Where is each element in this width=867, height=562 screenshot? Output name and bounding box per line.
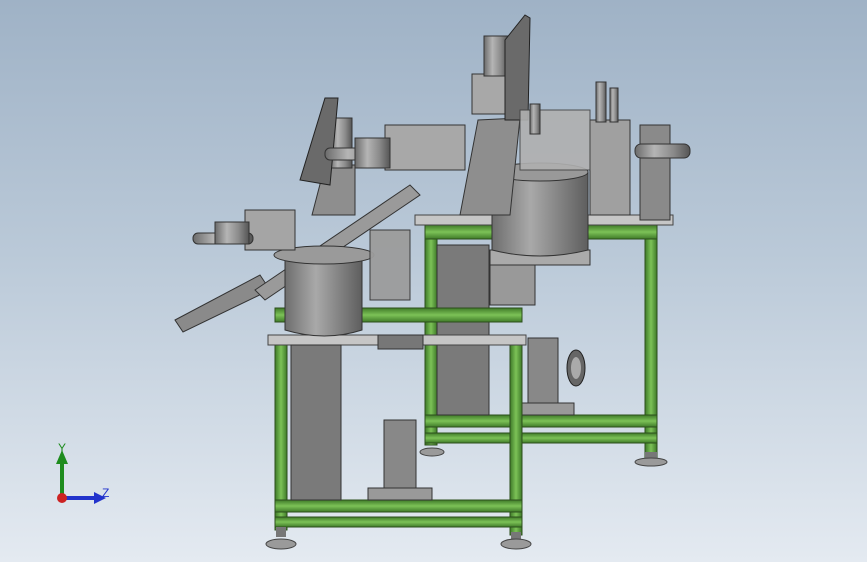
front-motor-base bbox=[367, 487, 433, 501]
front-foot-pad-right bbox=[500, 538, 532, 550]
rear-foot-pad-right bbox=[634, 457, 668, 467]
rear-small-rod bbox=[529, 103, 541, 135]
rear-motor-body bbox=[527, 337, 559, 409]
coordinate-triad bbox=[56, 450, 106, 504]
front-foot-pad-left bbox=[265, 538, 297, 550]
rear-foot-pad-left bbox=[419, 447, 445, 457]
rear-guard-plate bbox=[504, 14, 531, 121]
graphics-viewport[interactable]: Y Z bbox=[0, 0, 867, 562]
rear-frame-lower-rail bbox=[424, 432, 658, 444]
rear-motor-base bbox=[513, 402, 575, 416]
x-axis-origin bbox=[57, 493, 67, 503]
rear-block bbox=[489, 264, 536, 306]
front-actuator-cylinder bbox=[214, 221, 250, 245]
rear-side-actuator bbox=[634, 143, 691, 159]
front-bracket bbox=[377, 334, 424, 350]
front-foot-stem-left bbox=[276, 527, 286, 537]
front-motor-body bbox=[383, 419, 417, 493]
rear-rod-1 bbox=[595, 81, 607, 123]
rear-press-body bbox=[459, 117, 521, 216]
front-chute bbox=[174, 274, 271, 333]
pulley-hub bbox=[571, 357, 581, 379]
front-mid-block bbox=[369, 229, 411, 301]
front-feeder-bowl bbox=[284, 254, 363, 337]
front-frame-bottom-rail bbox=[274, 499, 523, 513]
rear-frame-bottom-rail bbox=[424, 414, 658, 428]
rear-machine[interactable] bbox=[414, 14, 691, 467]
y-axis-label: Y bbox=[58, 441, 67, 455]
rear-rod-2 bbox=[609, 87, 619, 123]
upper-actuator-block bbox=[384, 124, 466, 171]
upper-actuator-cylinder bbox=[354, 137, 391, 169]
rear-center-panel bbox=[436, 244, 490, 416]
rear-side-plate bbox=[639, 124, 671, 221]
rear-side-block bbox=[589, 119, 631, 216]
front-actuator-block bbox=[244, 209, 296, 251]
cad-assembly-model[interactable] bbox=[0, 0, 867, 562]
front-frame-lower-rail bbox=[274, 516, 523, 528]
front-center-panel bbox=[290, 344, 342, 501]
z-axis-label: Z bbox=[102, 486, 110, 500]
rear-press-cylinder bbox=[483, 35, 509, 77]
